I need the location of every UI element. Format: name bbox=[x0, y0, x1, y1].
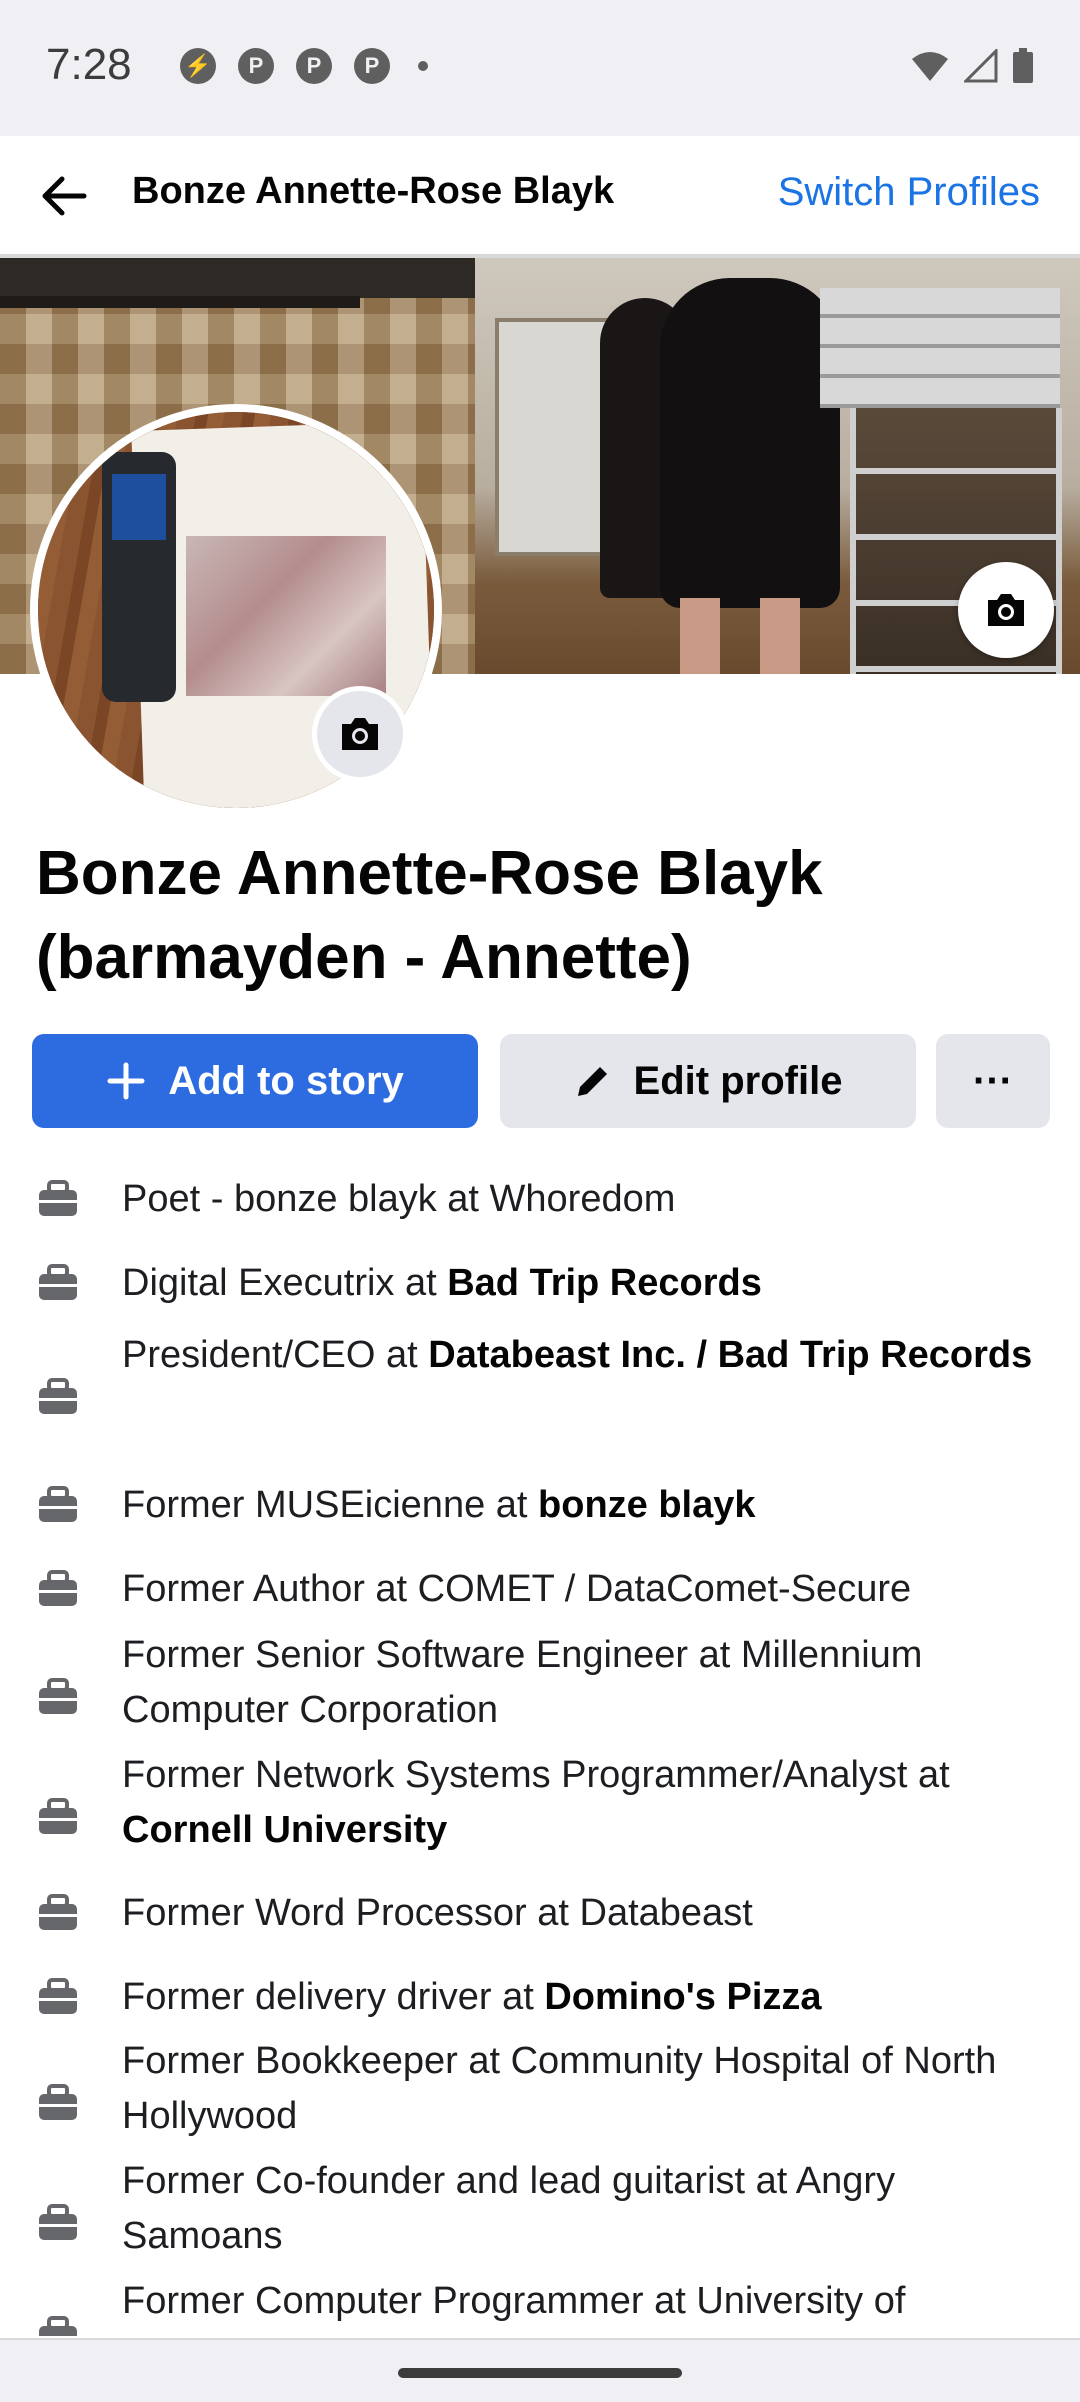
system-navigation-bar bbox=[0, 2338, 1080, 2402]
more-dot-icon bbox=[418, 61, 428, 71]
pinterest-icon: P bbox=[296, 48, 332, 84]
header-title: Bonze Annette-Rose Blayk bbox=[132, 170, 615, 212]
more-options-icon: ··· bbox=[973, 1058, 1013, 1103]
work-item-text: Former Bookkeeper at Community Hospital … bbox=[122, 2034, 1052, 2144]
work-org: Domino's Pizza bbox=[544, 1976, 822, 2018]
signal-icon bbox=[964, 49, 998, 83]
work-org: Databeast Inc. / Bad Trip Records bbox=[428, 1334, 1033, 1376]
app-header: Bonze Annette-Rose Blayk Switch Profiles bbox=[0, 136, 1080, 258]
work-role: Former Author at COMET / DataComet-Secur… bbox=[122, 1568, 912, 1610]
pinterest-icon: P bbox=[238, 48, 274, 84]
briefcase-icon bbox=[39, 1570, 77, 1606]
work-item-text: Poet - bonze blayk at Whoredom bbox=[122, 1172, 1052, 1227]
notification-icons: ⚡ P P P bbox=[180, 48, 428, 84]
battery-icon bbox=[1013, 48, 1033, 83]
cover-figure-leg bbox=[760, 598, 800, 674]
work-role: Former delivery driver at bbox=[122, 1976, 545, 2018]
status-time: 7:28 bbox=[46, 40, 132, 89]
work-item-text: President/CEO at Databeast Inc. / Bad Tr… bbox=[122, 1328, 1052, 1383]
avatar-phone-screen bbox=[112, 474, 166, 540]
briefcase-icon bbox=[39, 2204, 77, 2240]
briefcase-icon bbox=[39, 1894, 77, 1930]
cover-stereo bbox=[820, 288, 1060, 408]
plus-icon bbox=[107, 1062, 145, 1100]
more-options-button[interactable]: ··· bbox=[936, 1034, 1050, 1128]
back-button[interactable] bbox=[34, 166, 94, 226]
work-role: President/CEO at bbox=[122, 1334, 429, 1376]
cover-figure-leg bbox=[680, 598, 720, 674]
briefcase-icon bbox=[39, 1798, 77, 1834]
profile-name: Bonze Annette-Rose Blayk (barmayden - An… bbox=[36, 839, 823, 992]
add-to-story-label: Add to story bbox=[168, 1058, 404, 1103]
briefcase-icon bbox=[39, 1978, 77, 2014]
briefcase-icon bbox=[39, 1180, 77, 1216]
work-role: Former MUSEicienne at bbox=[122, 1484, 539, 1526]
cover-shelf bbox=[0, 258, 475, 298]
work-item-text: Former MUSEicienne at bonze blayk bbox=[122, 1478, 1052, 1533]
work-role: Former Word Processor at Databeast bbox=[122, 1892, 753, 1934]
camera-icon bbox=[342, 718, 378, 750]
briefcase-icon bbox=[39, 1378, 77, 1414]
briefcase-icon bbox=[39, 2316, 77, 2338]
work-role: Former Network Systems Programmer/Analys… bbox=[122, 1754, 950, 1796]
work-item-text: Former Computer Programmer at University… bbox=[122, 2274, 1052, 2329]
briefcase-icon bbox=[39, 1264, 77, 1300]
edit-profile-picture-button[interactable] bbox=[312, 686, 408, 782]
work-item-text: Digital Executrix at Bad Trip Records bbox=[122, 1256, 1052, 1311]
work-org: Cornell University bbox=[122, 1809, 448, 1851]
work-item-text: Former delivery driver at Domino's Pizza bbox=[122, 1970, 1052, 2025]
briefcase-icon bbox=[39, 1678, 77, 1714]
work-item[interactable]: Former Computer Programmer at University… bbox=[0, 2274, 1080, 2338]
work-role: Former Co-founder and lead guitarist at … bbox=[122, 2160, 896, 2257]
work-role: Former Senior Software Engineer at Mille… bbox=[122, 1634, 923, 1731]
work-org: bonze blayk bbox=[538, 1484, 756, 1526]
edit-profile-label: Edit profile bbox=[633, 1058, 843, 1103]
switch-profiles-link[interactable]: Switch Profiles bbox=[778, 170, 1040, 215]
briefcase-icon bbox=[39, 1486, 77, 1522]
pencil-icon bbox=[577, 1067, 607, 1096]
work-role: Poet - bonze blayk at Whoredom bbox=[122, 1178, 676, 1220]
briefcase-icon bbox=[39, 2084, 77, 2120]
work-item-text: Former Author at COMET / DataComet-Secur… bbox=[122, 1562, 1052, 1617]
work-item-text: Former Network Systems Programmer/Analys… bbox=[122, 1748, 1052, 1858]
system-icons bbox=[910, 48, 1034, 84]
add-to-story-button[interactable]: Add to story bbox=[32, 1034, 478, 1128]
work-role: Former Bookkeeper at Community Hospital … bbox=[122, 2040, 997, 2137]
pinterest-icon: P bbox=[354, 48, 390, 84]
work-role: Digital Executrix at bbox=[122, 1262, 448, 1304]
status-bar: 7:28 ⚡ P P P bbox=[0, 0, 1080, 136]
edit-profile-button[interactable]: Edit profile bbox=[500, 1034, 916, 1128]
messenger-icon: ⚡ bbox=[180, 48, 216, 84]
wifi-icon bbox=[912, 52, 948, 81]
home-gesture-handle[interactable] bbox=[398, 2368, 682, 2378]
back-arrow-icon bbox=[42, 176, 87, 216]
work-role: Former Computer Programmer at University… bbox=[122, 2280, 906, 2322]
work-item-text: Former Senior Software Engineer at Mille… bbox=[122, 1628, 1052, 1738]
work-item-text: Former Co-founder and lead guitarist at … bbox=[122, 2154, 1052, 2264]
avatar-artwork bbox=[186, 536, 386, 696]
cover-shelf-edge bbox=[0, 296, 360, 308]
work-item-text: Former Word Processor at Databeast bbox=[122, 1886, 1052, 1941]
edit-cover-photo-button[interactable] bbox=[958, 562, 1054, 658]
work-org: Bad Trip Records bbox=[447, 1262, 762, 1304]
cover-figure bbox=[660, 278, 840, 608]
camera-icon bbox=[988, 594, 1024, 626]
